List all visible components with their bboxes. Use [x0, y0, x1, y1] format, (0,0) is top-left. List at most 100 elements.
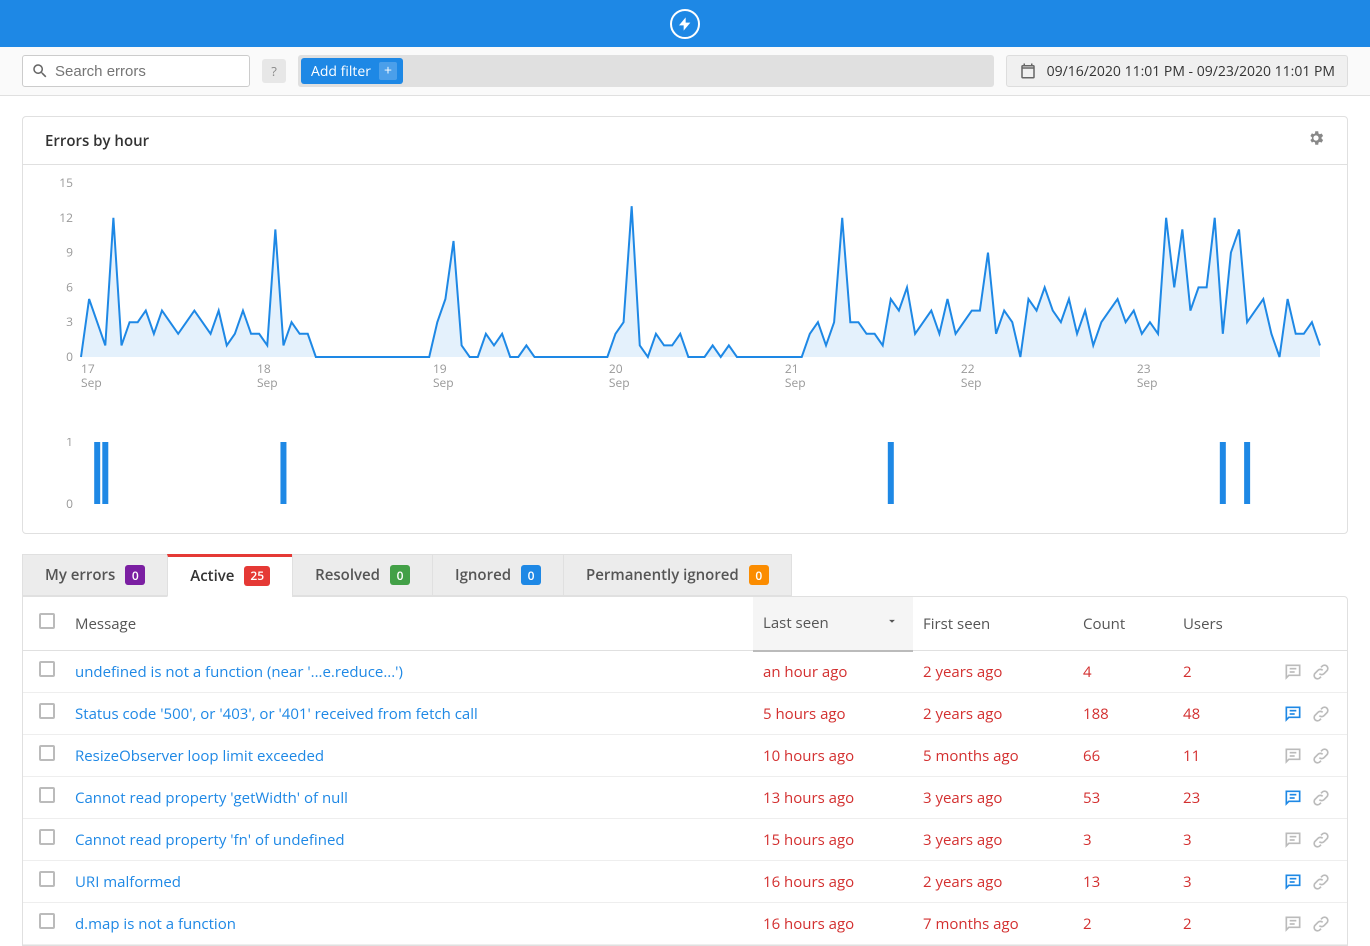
comment-icon[interactable]: [1283, 872, 1303, 892]
svg-text:0: 0: [66, 348, 73, 365]
svg-text:Sep: Sep: [1137, 374, 1158, 391]
tab-label: My errors: [45, 565, 115, 585]
link-icon[interactable]: [1311, 788, 1331, 808]
table-row: Cannot read property 'getWidth' of null 1…: [23, 777, 1347, 819]
error-message-link[interactable]: URI malformed: [75, 872, 181, 892]
column-header-message[interactable]: Message: [65, 597, 753, 651]
column-header-count[interactable]: Count: [1073, 597, 1173, 651]
link-icon[interactable]: [1311, 872, 1331, 892]
tab-ignored[interactable]: Ignored 0: [432, 554, 563, 596]
search-icon: [31, 62, 49, 80]
users-value: 11: [1183, 746, 1200, 766]
errors-line-chart: 0369121517Sep18Sep19Sep20Sep21Sep22Sep23…: [45, 175, 1325, 395]
row-checkbox[interactable]: [39, 787, 55, 803]
svg-text:Sep: Sep: [257, 374, 278, 391]
row-checkbox[interactable]: [39, 661, 55, 677]
column-header-first-seen[interactable]: First seen: [913, 597, 1073, 651]
first-seen-value: 2 years ago: [923, 872, 1002, 892]
tab-count-badge: 0: [521, 565, 541, 585]
comment-icon[interactable]: [1283, 788, 1303, 808]
tab-my-errors[interactable]: My errors0: [22, 554, 167, 596]
last-seen-value: an hour ago: [763, 662, 847, 682]
first-seen-value: 2 years ago: [923, 662, 1002, 682]
table-row: URI malformed 16 hours ago 2 years ago 13 3: [23, 861, 1347, 903]
panel-header: Errors by hour: [23, 117, 1347, 165]
app-logo: [670, 9, 700, 39]
tab-active[interactable]: Active25: [167, 554, 292, 597]
svg-text:3: 3: [66, 313, 73, 330]
link-icon[interactable]: [1311, 704, 1331, 724]
column-header-last-seen[interactable]: Last seen: [753, 597, 913, 651]
help-button[interactable]: ?: [262, 59, 286, 83]
gear-icon: [1307, 129, 1325, 147]
errors-table-wrap: Message Last seen First seen Count Users…: [22, 596, 1348, 946]
count-value: 2: [1083, 914, 1092, 934]
tab-permanently-ignored[interactable]: Permanently ignored0: [563, 554, 792, 596]
svg-text:0: 0: [66, 495, 73, 508]
svg-text:Sep: Sep: [81, 374, 102, 391]
comment-icon[interactable]: [1283, 830, 1303, 850]
error-message-link[interactable]: d.map is not a function: [75, 914, 236, 934]
column-header-users[interactable]: Users: [1173, 597, 1273, 651]
users-value: 3: [1183, 872, 1192, 892]
link-icon[interactable]: [1311, 662, 1331, 682]
chevron-down-icon: [885, 613, 899, 633]
link-icon[interactable]: [1311, 914, 1331, 934]
users-value: 2: [1183, 914, 1192, 934]
comment-icon[interactable]: [1283, 662, 1303, 682]
first-seen-value: 3 years ago: [923, 830, 1002, 850]
bolt-icon: [677, 16, 693, 32]
link-icon[interactable]: [1311, 746, 1331, 766]
first-seen-value: 7 months ago: [923, 914, 1019, 934]
svg-text:6: 6: [66, 278, 73, 295]
filter-bar: Add filter +: [298, 55, 994, 87]
search-input[interactable]: [55, 63, 241, 80]
last-seen-value: 13 hours ago: [763, 788, 854, 808]
table-row: undefined is not a function (near '...e.…: [23, 651, 1347, 693]
errors-panel: Errors by hour 0369121517Sep18Sep19Sep20…: [22, 116, 1348, 534]
row-checkbox[interactable]: [39, 829, 55, 845]
row-checkbox[interactable]: [39, 913, 55, 929]
error-message-link[interactable]: Status code '500', or '403', or '401' re…: [75, 704, 478, 724]
svg-text:9: 9: [66, 244, 73, 261]
search-box[interactable]: [22, 55, 250, 87]
error-message-link[interactable]: ResizeObserver loop limit exceeded: [75, 746, 324, 766]
tab-count-badge: 25: [244, 566, 270, 586]
date-range-label: 09/16/2020 11:01 PM - 09/23/2020 11:01 P…: [1047, 62, 1335, 81]
count-value: 13: [1083, 872, 1100, 892]
comment-icon[interactable]: [1283, 914, 1303, 934]
panel-settings-button[interactable]: [1307, 129, 1325, 152]
last-seen-value: 16 hours ago: [763, 872, 854, 892]
date-range-picker[interactable]: 09/16/2020 11:01 PM - 09/23/2020 11:01 P…: [1006, 55, 1348, 87]
error-message-link[interactable]: Cannot read property 'fn' of undefined: [75, 830, 345, 850]
comment-icon[interactable]: [1283, 704, 1303, 724]
row-checkbox[interactable]: [39, 703, 55, 719]
add-filter-button[interactable]: Add filter +: [301, 58, 403, 84]
count-value: 66: [1083, 746, 1100, 766]
count-value: 188: [1083, 704, 1109, 724]
link-icon[interactable]: [1311, 830, 1331, 850]
panel-title: Errors by hour: [45, 131, 149, 151]
table-row: Status code '500', or '403', or '401' re…: [23, 693, 1347, 735]
tab-label: Resolved: [315, 565, 380, 585]
users-value: 2: [1183, 662, 1192, 682]
add-filter-label: Add filter: [311, 62, 371, 81]
last-seen-value: 10 hours ago: [763, 746, 854, 766]
chart-zone: 0369121517Sep18Sep19Sep20Sep21Sep22Sep23…: [23, 165, 1347, 533]
tab-bar: My errors0Active25Resolved0 Ignored 0 Perma…: [22, 554, 1348, 596]
last-seen-value: 15 hours ago: [763, 830, 854, 850]
comment-icon[interactable]: [1283, 746, 1303, 766]
table-row: d.map is not a function16 hours ago7 mon…: [23, 903, 1347, 945]
select-all-checkbox[interactable]: [39, 613, 55, 629]
error-message-link[interactable]: Cannot read property 'getWidth' of null: [75, 788, 348, 808]
calendar-icon: [1019, 62, 1037, 80]
tab-label: Ignored: [455, 565, 511, 585]
row-checkbox[interactable]: [39, 871, 55, 887]
count-value: 53: [1083, 788, 1100, 808]
toolbar: ? Add filter + 09/16/2020 11:01 PM - 09/…: [0, 47, 1370, 96]
svg-text:Sep: Sep: [433, 374, 454, 391]
tab-resolved[interactable]: Resolved0: [292, 554, 432, 596]
error-message-link[interactable]: undefined is not a function (near '...e.…: [75, 662, 403, 682]
column-header-select: [23, 597, 65, 651]
row-checkbox[interactable]: [39, 745, 55, 761]
